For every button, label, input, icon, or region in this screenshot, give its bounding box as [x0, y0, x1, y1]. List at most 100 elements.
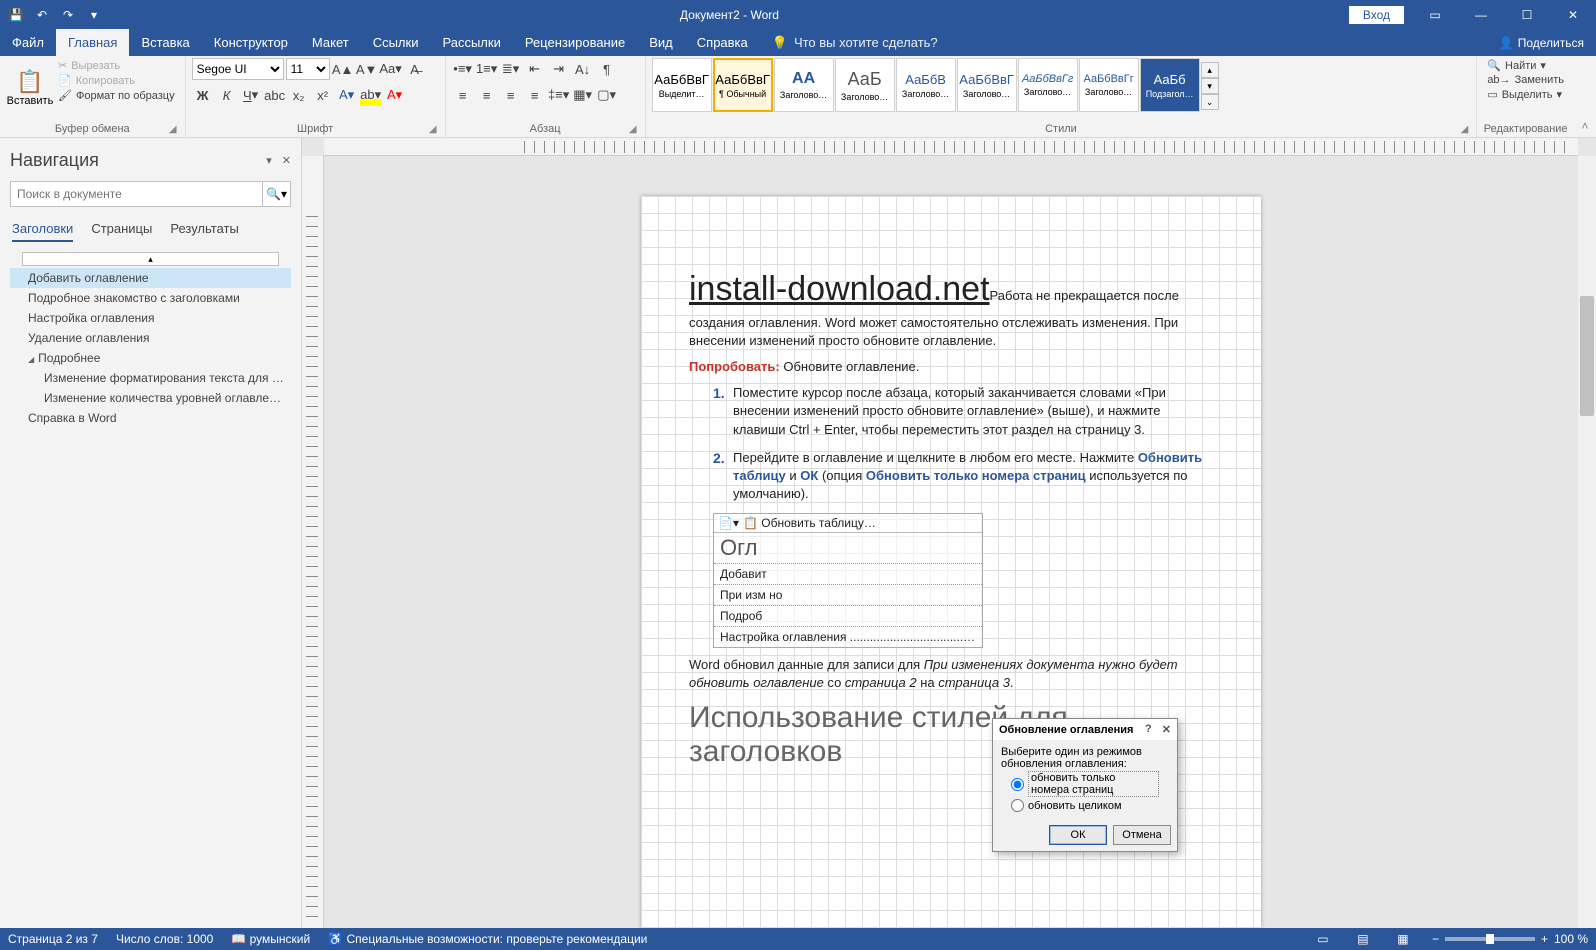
- login-button[interactable]: Вход: [1349, 6, 1404, 24]
- find-button[interactable]: 🔍 Найти ▾: [1483, 58, 1550, 73]
- paragraph-launcher-icon[interactable]: ◢: [629, 124, 637, 135]
- style-item[interactable]: АаБбПодзагол…: [1140, 58, 1200, 112]
- highlight-icon[interactable]: ab▾: [360, 84, 382, 106]
- minimize-icon[interactable]: —: [1458, 0, 1504, 29]
- nav-item[interactable]: Настройка оглавления: [10, 308, 291, 328]
- line-spacing-icon[interactable]: ‡≡▾: [548, 84, 570, 106]
- radio-input[interactable]: [1011, 778, 1024, 791]
- nav-tab-results[interactable]: Результаты: [170, 221, 238, 242]
- tab-references[interactable]: Ссылки: [361, 29, 431, 56]
- style-item[interactable]: ААЗаголово…: [774, 58, 834, 112]
- save-icon[interactable]: 💾: [4, 3, 28, 27]
- close-icon[interactable]: ✕: [1550, 0, 1596, 29]
- share-button[interactable]: 👤 Поделиться: [1499, 29, 1596, 56]
- text-effects-icon[interactable]: A▾: [336, 84, 358, 106]
- zoom-in-icon[interactable]: +: [1541, 932, 1548, 946]
- status-words[interactable]: Число слов: 1000: [116, 932, 213, 946]
- vertical-scrollbar[interactable]: [1578, 156, 1596, 928]
- zoom-out-icon[interactable]: −: [1432, 932, 1439, 946]
- justify-icon[interactable]: ≡: [524, 84, 546, 106]
- ribbon-display-icon[interactable]: ▭: [1412, 0, 1458, 29]
- toc-field[interactable]: 📄▾📋 Обновить таблицу… Огл Добавит При из…: [713, 513, 983, 648]
- style-item[interactable]: АаБбВвГ¶ Обычный: [713, 58, 773, 112]
- style-item[interactable]: АаБбВЗаголово…: [896, 58, 956, 112]
- zoom-slider[interactable]: [1445, 937, 1535, 941]
- tab-home[interactable]: Главная: [56, 29, 129, 56]
- status-accessibility[interactable]: ♿ Специальные возможности: проверьте рек…: [328, 932, 647, 946]
- nav-collapse-icon[interactable]: ▴: [22, 252, 279, 266]
- select-button[interactable]: ▭ Выделить ▾: [1483, 87, 1566, 102]
- nav-item[interactable]: Подробнее: [10, 348, 291, 368]
- tab-mailings[interactable]: Рассылки: [430, 29, 512, 56]
- qat-more-icon[interactable]: ▾: [82, 3, 106, 27]
- tab-design[interactable]: Конструктор: [202, 29, 300, 56]
- radio-update-all[interactable]: обновить целиком: [1001, 798, 1169, 813]
- zoom-value[interactable]: 100 %: [1554, 932, 1588, 946]
- align-right-icon[interactable]: ≡: [500, 84, 522, 106]
- numbering-icon[interactable]: 1≡▾: [476, 58, 498, 80]
- nav-tab-headings[interactable]: Заголовки: [12, 221, 73, 242]
- ok-button[interactable]: ОК: [1049, 825, 1107, 845]
- multilevel-icon[interactable]: ≣▾: [500, 58, 522, 80]
- align-center-icon[interactable]: ≡: [476, 84, 498, 106]
- show-marks-icon[interactable]: ¶: [596, 58, 618, 80]
- status-page[interactable]: Страница 2 из 7: [8, 932, 98, 946]
- change-case-icon[interactable]: Aa▾: [380, 58, 402, 80]
- nav-search[interactable]: 🔍▾: [10, 181, 291, 207]
- nav-search-input[interactable]: [11, 182, 262, 206]
- scrollbar-thumb[interactable]: [1580, 296, 1594, 416]
- view-read-icon[interactable]: ▭: [1312, 930, 1334, 948]
- increase-indent-icon[interactable]: ⇥: [548, 58, 570, 80]
- font-size-select[interactable]: 11: [286, 58, 330, 80]
- search-icon[interactable]: 🔍▾: [262, 182, 290, 206]
- subscript-icon[interactable]: x₂: [288, 84, 310, 106]
- tab-help[interactable]: Справка: [685, 29, 760, 56]
- horizontal-ruler[interactable]: [324, 138, 1578, 156]
- nav-item[interactable]: Подробное знакомство с заголовками: [10, 288, 291, 308]
- tab-file[interactable]: Файл: [0, 29, 56, 56]
- nav-tab-pages[interactable]: Страницы: [91, 221, 152, 242]
- vertical-ruler[interactable]: [302, 156, 324, 928]
- format-painter-button[interactable]: 🖌 Формат по образцу: [54, 88, 179, 103]
- cut-button[interactable]: ✂ Вырезать: [54, 58, 179, 73]
- font-launcher-icon[interactable]: ◢: [429, 124, 437, 135]
- font-color-icon[interactable]: A▾: [384, 84, 406, 106]
- dialog-help-icon[interactable]: ?: [1145, 723, 1152, 736]
- paste-button[interactable]: 📋 Вставить: [6, 58, 54, 118]
- styles-gallery[interactable]: АаБбВвГВыделит… АаБбВвГ¶ Обычный ААЗагол…: [652, 58, 1219, 114]
- style-item[interactable]: АаБбВвГВыделит…: [652, 58, 712, 112]
- tab-insert[interactable]: Вставка: [129, 29, 201, 56]
- radio-update-pages[interactable]: обновить только номера страниц: [1001, 770, 1169, 798]
- zoom-control[interactable]: − + 100 %: [1432, 932, 1588, 946]
- toc-update-button[interactable]: 📋 Обновить таблицу…: [743, 516, 876, 530]
- underline-icon[interactable]: Ч▾: [240, 84, 262, 106]
- styles-scroll[interactable]: ▴▾⌄: [1201, 58, 1219, 114]
- superscript-icon[interactable]: x²: [312, 84, 334, 106]
- strike-icon[interactable]: abc: [264, 84, 286, 106]
- tab-review[interactable]: Рецензирование: [513, 29, 637, 56]
- copy-button[interactable]: 📄 Копировать: [54, 73, 179, 88]
- clear-format-icon[interactable]: A̶: [404, 58, 426, 80]
- view-web-icon[interactable]: ▦: [1392, 930, 1414, 948]
- shrink-font-icon[interactable]: A▼: [356, 58, 378, 80]
- collapse-ribbon-icon[interactable]: ˄: [1581, 119, 1588, 133]
- maximize-icon[interactable]: ☐: [1504, 0, 1550, 29]
- style-item[interactable]: АаБбВвГЗаголово…: [957, 58, 1017, 112]
- font-name-select[interactable]: Segoe UI: [192, 58, 284, 80]
- replace-button[interactable]: ab→ Заменить: [1483, 73, 1568, 87]
- tab-view[interactable]: Вид: [637, 29, 685, 56]
- nav-close-icon[interactable]: ✕: [282, 154, 291, 167]
- nav-item[interactable]: Удаление оглавления: [10, 328, 291, 348]
- italic-icon[interactable]: К: [216, 84, 238, 106]
- align-left-icon[interactable]: ≡: [452, 84, 474, 106]
- nav-item[interactable]: Добавить оглавление: [10, 268, 291, 288]
- radio-input[interactable]: [1011, 799, 1024, 812]
- dialog-close-icon[interactable]: ✕: [1162, 723, 1171, 736]
- styles-launcher-icon[interactable]: ◢: [1461, 124, 1469, 135]
- nav-menu-icon[interactable]: ▾: [266, 154, 272, 167]
- sort-icon[interactable]: A↓: [572, 58, 594, 80]
- decrease-indent-icon[interactable]: ⇤: [524, 58, 546, 80]
- toc-menu-icon[interactable]: 📄▾: [718, 516, 739, 530]
- status-language[interactable]: 📖 румынский: [231, 932, 310, 946]
- style-item[interactable]: АаБЗаголово…: [835, 58, 895, 112]
